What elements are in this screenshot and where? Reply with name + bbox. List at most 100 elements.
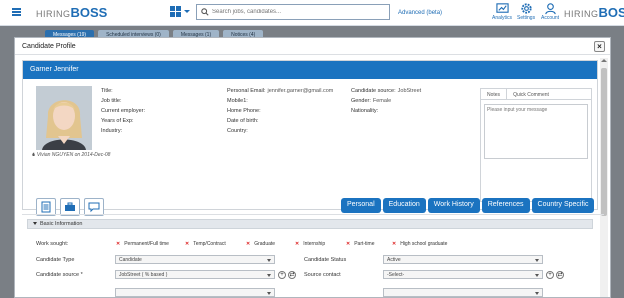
x-mark-icon: ✕ [116, 241, 121, 247]
notes-textarea[interactable] [484, 104, 588, 159]
field-label: Country: [227, 128, 248, 134]
field-label: Date of birth: [227, 118, 259, 124]
user-icon [544, 3, 556, 15]
field-label: Personal Email: [227, 88, 266, 94]
notes-panel: Notes Quick Comment [480, 88, 592, 202]
work-option[interactable]: ✕ High school graduate [392, 241, 447, 247]
scrollbar-thumb[interactable] [601, 68, 607, 216]
field-label: Title: [101, 88, 113, 94]
next-row-select-2[interactable] [383, 288, 543, 297]
nav-analytics[interactable]: Analytics [492, 2, 512, 21]
work-option[interactable]: ✕ Part-time [346, 241, 374, 247]
add-contact-button[interactable]: + [546, 271, 554, 279]
candidate-type-label: Candidate Type [36, 257, 75, 263]
tab-notes[interactable]: Notes [481, 89, 508, 99]
logo-prefix: HIRING [564, 9, 599, 19]
candidate-card: Garner Jennifer ♞ Vivian NGUYEN on 2014-… [22, 60, 598, 216]
field-current-employer: Current employer: [101, 108, 147, 115]
add-source-button[interactable]: + [278, 271, 286, 279]
field-label: Gender: [351, 98, 371, 104]
app-logo[interactable]: HIRINGBOSS [36, 5, 107, 20]
candidate-profile-modal: Candidate Profile × Garner Jennifer ♞ Vi… [14, 37, 611, 298]
close-button[interactable]: × [594, 41, 605, 52]
work-option-label: Internship [303, 241, 326, 247]
field-mobile: Mobile1: [227, 98, 333, 105]
nav-settings-label: Settings [517, 15, 536, 21]
work-option[interactable]: ✕ Graduate [246, 241, 275, 247]
work-option-label: Part-time [354, 241, 375, 247]
source-contact-value: -Select- [387, 272, 405, 278]
tab-work-history[interactable]: Work History [427, 198, 480, 213]
field-industry: Industry: [101, 128, 147, 135]
field-job-title: Job title: [101, 98, 147, 105]
chevron-down-icon[interactable] [184, 10, 190, 13]
logo-suffix: BOSS [598, 5, 624, 20]
work-option[interactable]: ✕ Permanent/Full time [116, 241, 169, 247]
tab-personal[interactable]: Personal [341, 198, 381, 213]
candidate-source-value: JobStreet ( % based ) [119, 272, 168, 278]
briefcase-icon [65, 202, 75, 211]
candidate-source-select[interactable]: JobStreet ( % based ) [115, 270, 275, 279]
candidate-photo [36, 86, 92, 150]
app-logo-right: HIRINGBOSS [564, 5, 624, 20]
divider [22, 214, 604, 215]
info-column-3: Candidate source: JobStreet Gender: Female… [351, 88, 421, 115]
apps-grid-icon[interactable] [170, 6, 181, 17]
candidate-source-label: Candidate source * [36, 272, 83, 278]
tab-education[interactable]: Education [382, 198, 426, 213]
chevron-down-icon [267, 292, 271, 295]
candidate-type-value: Candidate [119, 257, 142, 263]
field-date-of-birth: Date of birth: [227, 118, 333, 125]
nav-account[interactable]: Account [541, 2, 559, 21]
field-label: Home Phone: [227, 108, 261, 114]
field-label: Mobile1: [227, 98, 248, 104]
candidate-status-select[interactable]: Active [383, 255, 543, 264]
section-title: Basic Information [40, 221, 83, 227]
work-option-label: Permanent/Full time [124, 241, 169, 247]
work-option-label: Temp/Contract [193, 241, 226, 247]
basic-information-header[interactable]: Basic Information [27, 219, 593, 229]
search-icon [201, 8, 209, 16]
work-option-label: Graduate [254, 241, 276, 247]
field-value: Female [372, 98, 392, 104]
user-small-icon: ♞ [31, 152, 36, 158]
created-by-text: ♞ Vivian NGUYEN on 2014-Dec-08 [31, 152, 110, 158]
field-candidate-source: Candidate source: JobStreet [351, 88, 421, 95]
next-row-select[interactable] [115, 288, 275, 297]
tab-references[interactable]: References [481, 198, 530, 213]
refresh-source-button[interactable]: ⇄ [288, 271, 296, 279]
modal-title: Candidate Profile [22, 43, 76, 50]
x-mark-icon: ✕ [392, 241, 397, 247]
candidate-type-select[interactable]: Candidate [115, 255, 275, 264]
field-home-phone: Home Phone: [227, 108, 333, 115]
nav-analytics-label: Analytics [492, 15, 513, 21]
creator-value: Vivian NGUYEN on 2014-Dec-08 [36, 152, 111, 158]
hamburger-menu-icon[interactable] [12, 8, 21, 16]
collapse-triangle-icon [33, 222, 37, 226]
top-app-bar: HIRINGBOSS Advanced (beta) Analytics Set… [0, 0, 624, 26]
field-value[interactable]: jennifer.garner@gmail.com [268, 88, 334, 94]
field-personal-email: Personal Email: jennifer.garner@gmail.com [227, 88, 333, 95]
info-column-1: Title: Job title: Current employer: Year… [101, 88, 147, 135]
gear-icon [520, 3, 532, 14]
work-option[interactable]: ✕ Internship [295, 241, 325, 247]
info-column-2: Personal Email: jennifer.garner@gmail.com… [227, 88, 333, 135]
work-option[interactable]: ✕ Temp/Contract [185, 241, 226, 247]
refresh-contact-button[interactable]: ⇄ [556, 271, 564, 279]
notes-tabs: Notes Quick Comment [481, 89, 591, 100]
field-value: JobStreet [397, 88, 422, 94]
x-mark-icon: ✕ [246, 241, 251, 247]
source-contact-select[interactable]: -Select- [383, 270, 543, 279]
advanced-search-link[interactable]: Advanced (beta) [398, 10, 442, 16]
field-label: Job title: [101, 98, 122, 104]
tab-quick-comment[interactable]: Quick Comment [507, 89, 555, 99]
field-label: Current employer: [101, 108, 146, 114]
tab-country-specific[interactable]: Country Specific [531, 198, 595, 213]
scroll-up-icon[interactable] [601, 59, 607, 62]
nav-settings[interactable]: Settings [517, 2, 535, 21]
candidate-portrait [36, 86, 92, 150]
profile-tabs: Personal Education Work History Referenc… [341, 198, 595, 213]
field-label: Years of Exp: [101, 118, 134, 124]
search-input[interactable] [212, 9, 382, 15]
field-label: Industry: [101, 128, 123, 134]
